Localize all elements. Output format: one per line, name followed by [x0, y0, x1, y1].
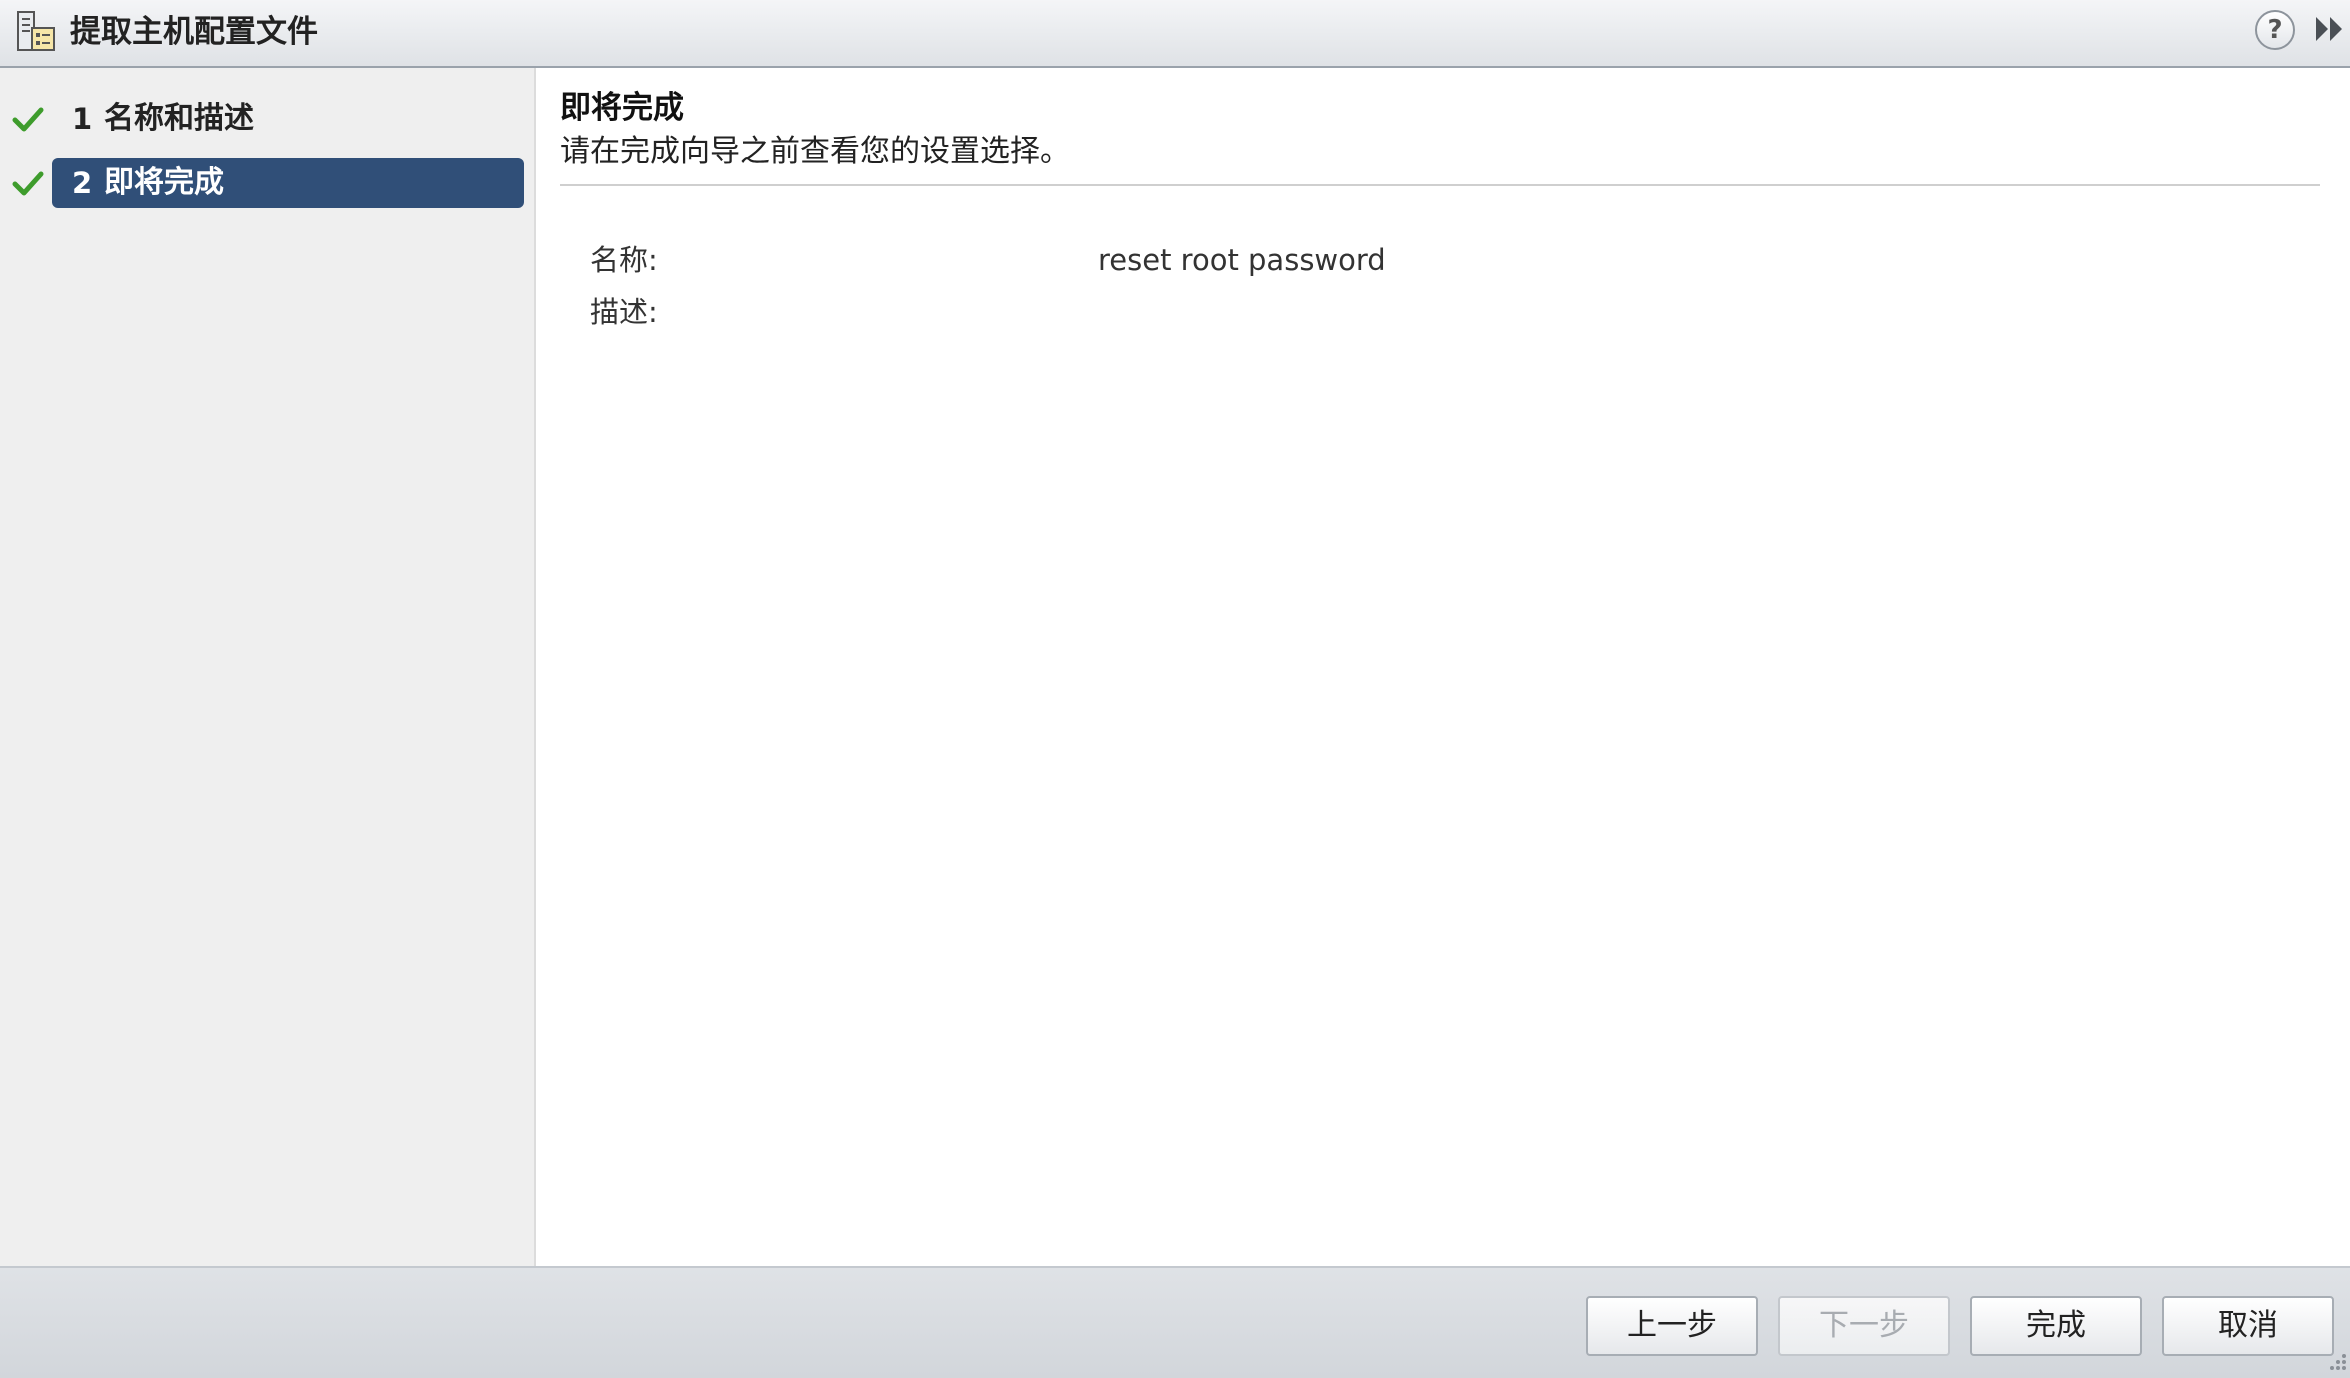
step-number: 1: [72, 102, 93, 136]
description-label: 描述:: [590, 295, 658, 329]
step-label: 即将完成: [104, 165, 224, 200]
check-icon: [12, 171, 44, 196]
name-label: 名称:: [590, 243, 658, 277]
name-value: reset root password: [1098, 243, 1386, 277]
header-divider: [560, 184, 2320, 186]
page-title: 即将完成: [560, 90, 684, 126]
step-label: 名称和描述: [104, 101, 254, 136]
wizard-step-name-and-description[interactable]: 1 名称和描述: [0, 94, 536, 146]
cancel-button[interactable]: 取消: [2162, 1296, 2334, 1356]
wizard-steps-sidebar: 1 名称和描述 2 即将完成: [0, 68, 536, 1266]
wizard-content-panel: 即将完成 请在完成向导之前查看您的设置选择。 名称: reset root pa…: [536, 68, 2350, 1266]
step-number: 2: [72, 166, 93, 200]
dialog-title: 提取主机配置文件: [70, 14, 318, 50]
page-subtitle: 请在完成向导之前查看您的设置选择。: [560, 134, 1070, 169]
back-button[interactable]: 上一步: [1586, 1296, 1758, 1356]
finish-button[interactable]: 完成: [1970, 1296, 2142, 1356]
help-icon[interactable]: ?: [2255, 10, 2295, 50]
dialog-title-bar: 提取主机配置文件 ?: [0, 0, 2350, 68]
next-button[interactable]: 下一步: [1778, 1296, 1950, 1356]
resize-grip-icon[interactable]: [2322, 1350, 2348, 1376]
check-icon: [12, 107, 44, 132]
wizard-step-ready-to-complete[interactable]: 2 即将完成: [0, 158, 536, 210]
wizard-footer: 上一步 下一步 完成 取消: [0, 1266, 2350, 1378]
host-profile-icon: [17, 11, 55, 51]
double-chevron-right-icon[interactable]: [2314, 14, 2346, 44]
